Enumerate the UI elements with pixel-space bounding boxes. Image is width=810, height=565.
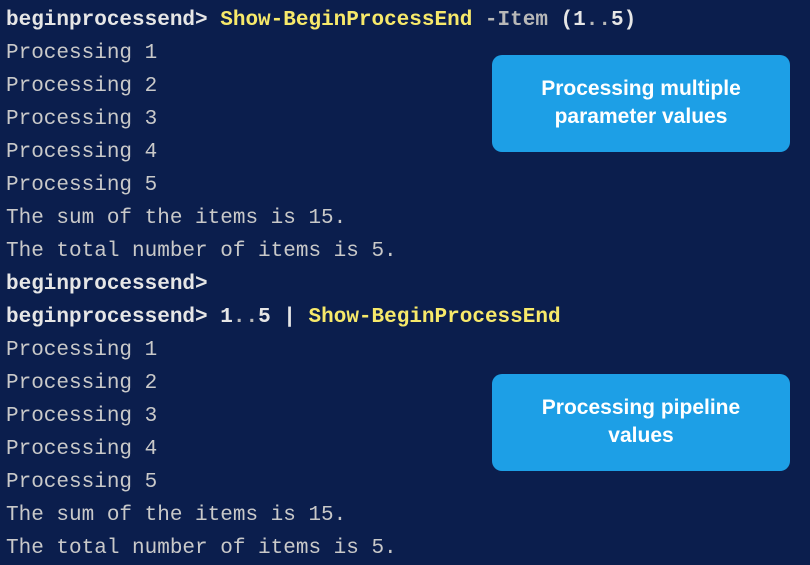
annotation-callout-pipeline: Processing pipeline values [492,374,790,471]
output-sum: The sum of the items is 15. [6,202,804,235]
command-line-1: beginprocessend> Show-BeginProcessEnd -I… [6,4,804,37]
output-line: Processing 5 [6,169,804,202]
prompt: beginprocessend> [6,9,208,32]
prompt: beginprocessend> [6,306,208,329]
cmdlet-name: Show-BeginProcessEnd [309,306,561,329]
output-total: The total number of items is 5. [6,532,804,565]
cmdlet-name: Show-BeginProcessEnd [220,9,472,32]
annotation-callout-parameter: Processing multiple parameter values [492,55,790,152]
command-line-2: beginprocessend> 1..5 | Show-BeginProces… [6,301,804,334]
output-line: Processing 1 [6,334,804,367]
output-sum: The sum of the items is 15. [6,499,804,532]
empty-prompt-line: beginprocessend> [6,268,804,301]
pipe-operator: | [283,306,296,329]
output-total: The total number of items is 5. [6,235,804,268]
param-name: -Item [485,9,548,32]
output-line: Processing 5 [6,466,804,499]
